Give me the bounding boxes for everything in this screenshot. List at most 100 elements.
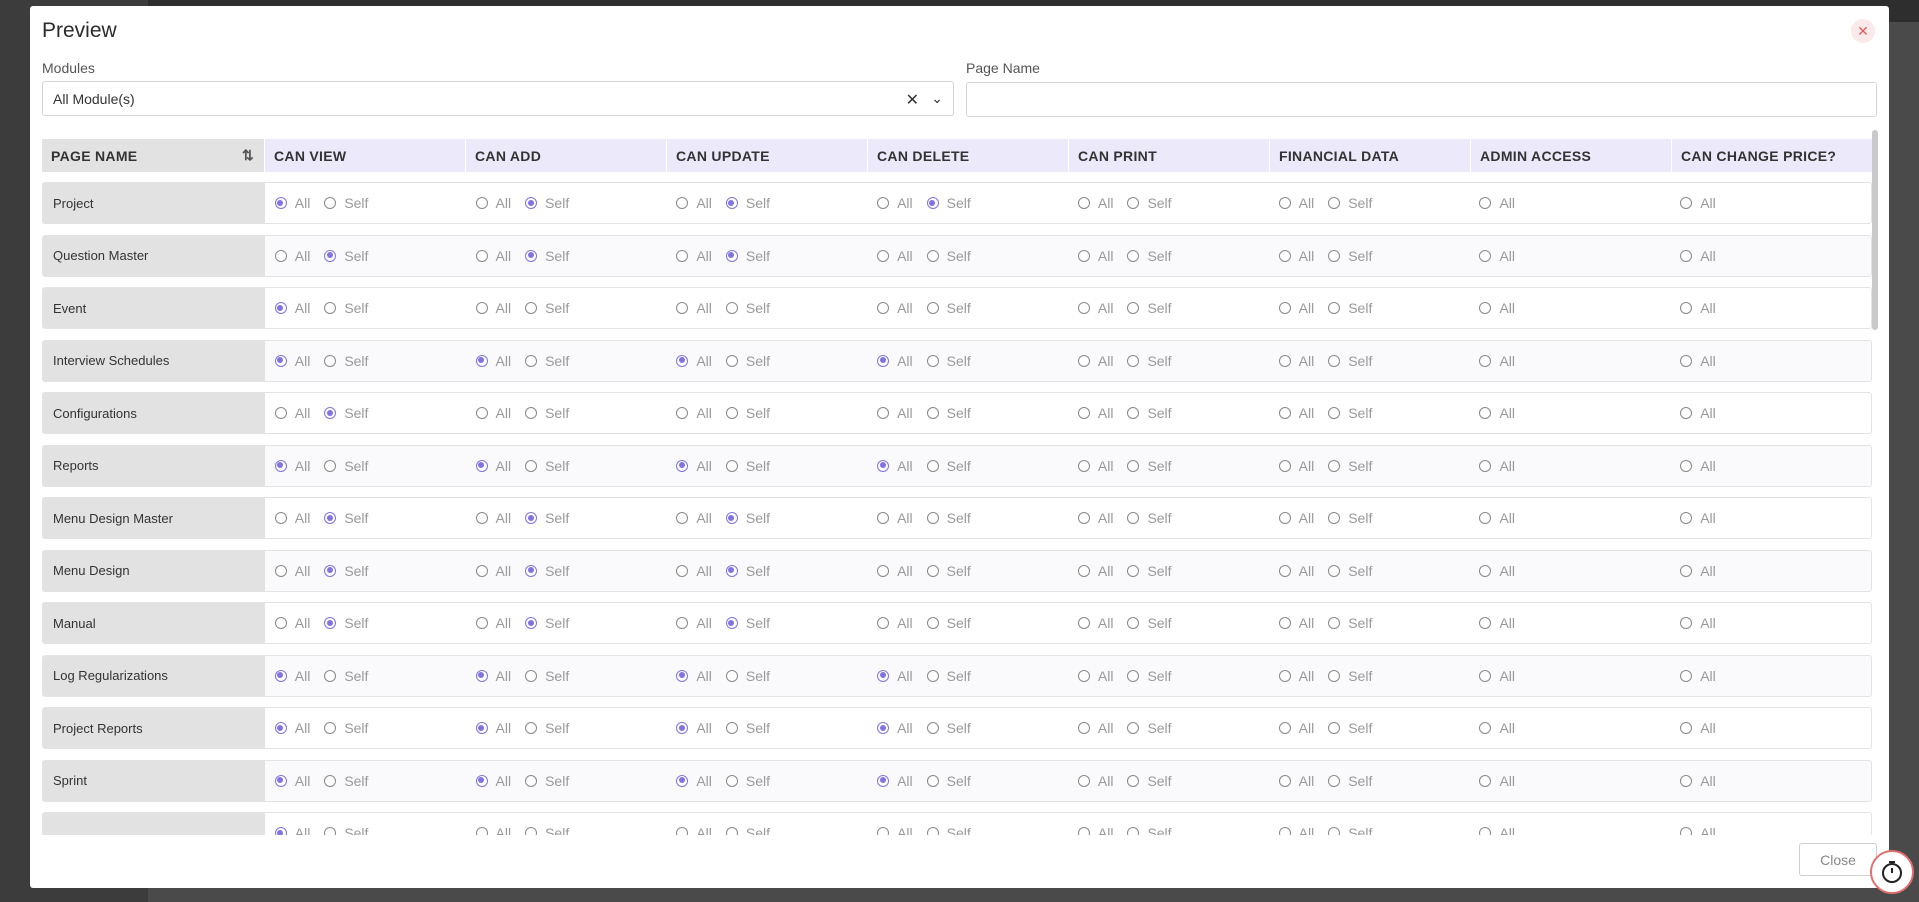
radio-button[interactable] [324, 354, 337, 367]
radio-button[interactable] [1479, 197, 1492, 209]
radio-button[interactable] [926, 617, 939, 629]
radio-button[interactable] [877, 827, 890, 835]
radio-button[interactable] [725, 774, 738, 787]
radio-can-change-price-all[interactable]: All [1680, 458, 1716, 474]
radio-can-print-all[interactable]: All [1077, 720, 1113, 736]
radio-can-delete-all[interactable]: All [877, 248, 913, 264]
radio-financial-data-all[interactable]: All [1278, 510, 1314, 526]
radio-button[interactable] [1278, 617, 1291, 629]
radio-can-print-self[interactable]: Self [1127, 825, 1172, 835]
radio-financial-data-all[interactable]: All [1278, 668, 1314, 684]
radio-button[interactable] [1479, 302, 1492, 314]
radio-can-print-self[interactable]: Self [1127, 248, 1172, 264]
radio-can-change-price-all[interactable]: All [1680, 615, 1716, 631]
radio-button[interactable] [475, 512, 488, 524]
radio-can-add-self[interactable]: Self [525, 248, 569, 264]
radio-can-update-self[interactable]: Self [725, 405, 770, 421]
radio-button[interactable] [676, 774, 689, 787]
radio-can-print-self[interactable]: Self [1127, 353, 1172, 369]
radio-can-view-all[interactable]: All [274, 353, 310, 369]
radio-button[interactable] [1077, 774, 1090, 787]
radio-can-view-self[interactable]: Self [324, 405, 368, 421]
radio-button[interactable] [475, 617, 488, 629]
radio-can-delete-all[interactable]: All [877, 563, 913, 579]
radio-button[interactable] [1328, 407, 1341, 419]
radio-can-add-all[interactable]: All [475, 458, 511, 474]
radio-button[interactable] [274, 512, 287, 524]
table-scrollbar[interactable] [1872, 130, 1878, 330]
radio-button[interactable] [1127, 617, 1140, 629]
radio-button[interactable] [676, 302, 689, 314]
radio-button[interactable] [877, 564, 890, 577]
radio-button[interactable] [725, 617, 738, 629]
radio-financial-data-all[interactable]: All [1278, 405, 1314, 421]
radio-button[interactable] [1278, 722, 1291, 734]
radio-button[interactable] [1278, 407, 1291, 419]
radio-can-print-self[interactable]: Self [1127, 458, 1172, 474]
radio-button[interactable] [1077, 827, 1090, 835]
radio-button[interactable] [1077, 249, 1090, 262]
radio-button[interactable] [1127, 354, 1140, 367]
radio-button[interactable] [1278, 249, 1291, 262]
radio-can-delete-self[interactable]: Self [926, 353, 971, 369]
radio-button[interactable] [324, 407, 337, 419]
radio-button[interactable] [1479, 407, 1492, 419]
radio-can-change-price-all[interactable]: All [1680, 248, 1716, 264]
radio-button[interactable] [525, 354, 538, 367]
radio-can-print-all[interactable]: All [1077, 668, 1113, 684]
radio-financial-data-self[interactable]: Self [1328, 615, 1372, 631]
radio-button[interactable] [525, 249, 538, 262]
radio-button[interactable] [324, 617, 337, 629]
radio-can-add-all[interactable]: All [475, 195, 511, 211]
radio-can-update-all[interactable]: All [676, 510, 712, 526]
radio-button[interactable] [877, 774, 890, 787]
radio-can-view-all[interactable]: All [274, 458, 310, 474]
radio-button[interactable] [1479, 774, 1492, 787]
radio-button[interactable] [926, 197, 939, 209]
radio-button[interactable] [1328, 827, 1341, 835]
radio-admin-access-all[interactable]: All [1479, 615, 1515, 631]
radio-can-view-all[interactable]: All [274, 195, 310, 211]
radio-button[interactable] [926, 249, 939, 262]
radio-button[interactable] [1127, 827, 1140, 835]
radio-can-print-self[interactable]: Self [1127, 195, 1172, 211]
radio-can-update-self[interactable]: Self [725, 825, 770, 835]
radio-button[interactable] [274, 354, 287, 367]
radio-can-view-self[interactable]: Self [324, 300, 368, 316]
radio-button[interactable] [1278, 774, 1291, 787]
radio-can-delete-self[interactable]: Self [926, 825, 971, 835]
radio-button[interactable] [877, 249, 890, 262]
radio-financial-data-self[interactable]: Self [1328, 668, 1372, 684]
radio-button[interactable] [725, 354, 738, 367]
radio-can-delete-all[interactable]: All [877, 353, 913, 369]
radio-button[interactable] [676, 722, 689, 734]
radio-button[interactable] [1077, 564, 1090, 577]
radio-admin-access-all[interactable]: All [1479, 248, 1515, 264]
radio-button[interactable] [274, 459, 287, 472]
radio-can-add-self[interactable]: Self [525, 615, 569, 631]
radio-can-print-all[interactable]: All [1077, 510, 1113, 526]
radio-can-add-all[interactable]: All [475, 300, 511, 316]
radio-can-delete-self[interactable]: Self [926, 563, 971, 579]
radio-can-print-self[interactable]: Self [1127, 510, 1172, 526]
radio-button[interactable] [1278, 512, 1291, 524]
radio-financial-data-self[interactable]: Self [1328, 300, 1372, 316]
radio-button[interactable] [475, 722, 488, 734]
radio-can-print-all[interactable]: All [1077, 248, 1113, 264]
radio-button[interactable] [926, 774, 939, 787]
radio-can-update-self[interactable]: Self [725, 248, 770, 264]
radio-can-update-all[interactable]: All [676, 248, 712, 264]
radio-button[interactable] [475, 459, 488, 472]
radio-can-update-all[interactable]: All [676, 668, 712, 684]
radio-button[interactable] [324, 302, 337, 314]
radio-button[interactable] [725, 722, 738, 734]
radio-can-view-all[interactable]: All [274, 825, 310, 835]
radio-financial-data-self[interactable]: Self [1328, 248, 1372, 264]
radio-button[interactable] [274, 722, 287, 734]
radio-button[interactable] [525, 827, 538, 835]
radio-button[interactable] [1127, 197, 1140, 209]
radio-button[interactable] [1077, 459, 1090, 472]
radio-admin-access-all[interactable]: All [1479, 510, 1515, 526]
radio-button[interactable] [1680, 617, 1693, 629]
radio-button[interactable] [324, 774, 337, 787]
